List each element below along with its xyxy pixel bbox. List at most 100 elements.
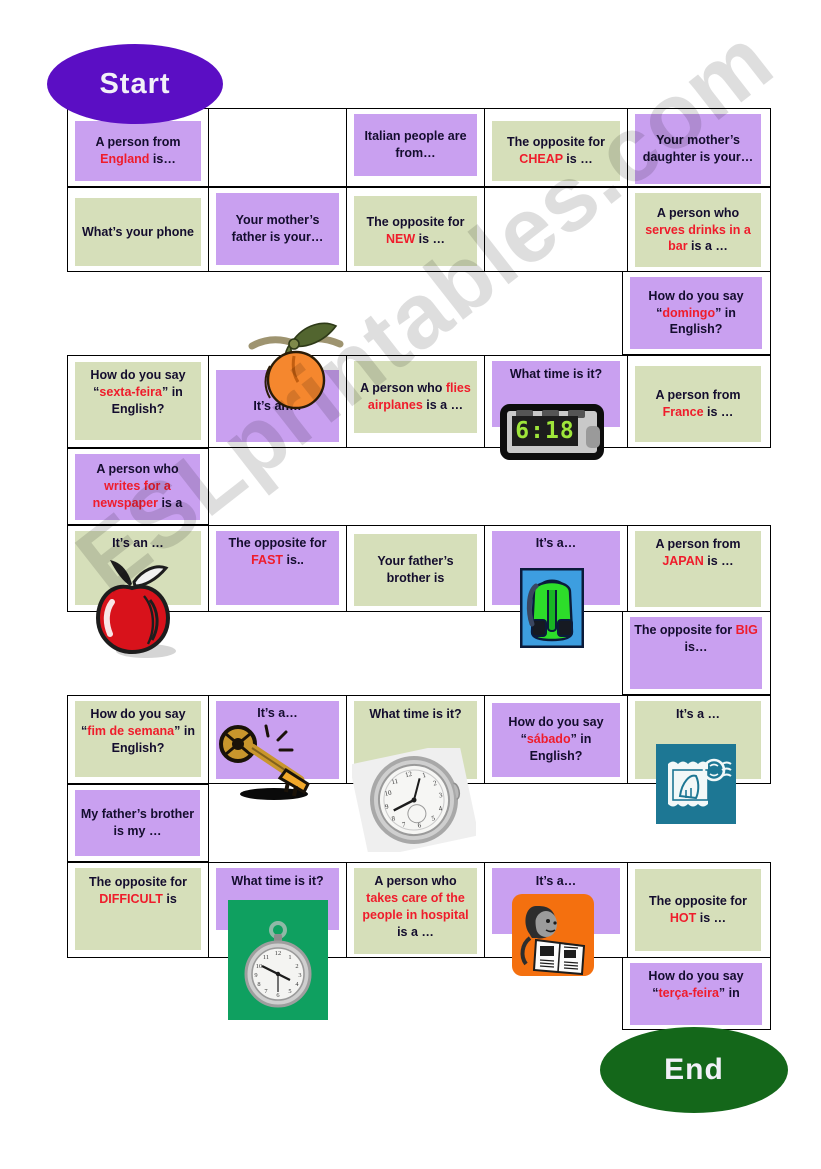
cell-text: The opposite for NEW is …	[366, 215, 465, 246]
svg-text:5: 5	[431, 814, 437, 823]
board-cell[interactable]: A person who takes care of the people in…	[354, 868, 477, 954]
cell-text: A person who flies airplanes is a …	[360, 381, 471, 412]
cell-text: How do you say “domingo” in English?	[648, 288, 744, 337]
cell-text: It’s an…	[253, 398, 302, 413]
cell-text: What’s your phone	[81, 224, 195, 239]
board-cell-empty	[209, 109, 347, 186]
cell-text: Your mother’s father is your…	[231, 213, 324, 244]
cell-text: How do you say “fim de semana” in Englis…	[81, 707, 195, 755]
end-label: End	[664, 1053, 724, 1086]
svg-text:10: 10	[256, 963, 262, 970]
svg-text:3: 3	[298, 972, 301, 979]
board-cell[interactable]: Italian people are from…	[354, 114, 477, 176]
board-cell[interactable]: The opposite for DIFFICULT is	[75, 868, 201, 950]
board-cell[interactable]: A person from France is …	[635, 366, 761, 442]
board-cell[interactable]: The opposite for NEW is …	[354, 196, 477, 266]
board-cell[interactable]: It’s a…	[492, 868, 620, 934]
cell-text: It’s a…	[535, 536, 577, 550]
board-cell[interactable]: How do you say “sábado” in English?	[492, 702, 620, 777]
start-marker: Start	[47, 44, 223, 124]
svg-text:7: 7	[264, 988, 268, 995]
board-row: How do you say “sexta-feira” in English?…	[67, 355, 771, 448]
cell-text: It’s a …	[676, 707, 720, 721]
board-cell[interactable]: How do you say “terça-feira” in	[630, 963, 762, 1025]
cell-text: It’s a…	[257, 706, 298, 720]
board-cell[interactable]: How do you say “sexta-feira” in English?	[75, 362, 201, 440]
cell-text: How do you say “sábado” in English?	[508, 715, 604, 763]
board-cell[interactable]: How do you say “fim de semana” in Englis…	[75, 701, 201, 777]
board-cell[interactable]: It’s an…	[216, 370, 339, 442]
cell-text: How do you say “sexta-feira” in English?	[90, 368, 186, 416]
board-cell[interactable]: The opposite for CHEAP is …	[492, 121, 620, 181]
board-game: Start End A person from England is… Ital…	[0, 0, 821, 1169]
board-row: How do you say “fim de semana” in Englis…	[67, 695, 771, 784]
cell-text: The opposite for BIG is…	[634, 623, 758, 654]
cell-text: Your father’s brother is	[377, 554, 454, 585]
board-row: What’s your phone Your mother’s father i…	[67, 187, 771, 272]
svg-text:7: 7	[401, 820, 407, 829]
cell-text: My father’s brother is my …	[80, 807, 195, 838]
svg-text:4: 4	[438, 804, 444, 813]
cell-text: A person who serves drinks in a bar is a…	[645, 205, 751, 254]
cell-text: A person from JAPAN is …	[655, 537, 741, 568]
svg-text:6: 6	[276, 992, 279, 999]
board-cell[interactable]: How do you say “domingo” in English?	[630, 277, 762, 349]
cell-text: A person who writes for a newspaper is a	[92, 462, 183, 510]
cell-text: The opposite for HOT is …	[649, 894, 747, 925]
board-cell[interactable]: The opposite for BIG is…	[630, 617, 762, 689]
board-cell[interactable]: It’s a…	[492, 531, 620, 605]
board-cell[interactable]: It’s a …	[635, 701, 761, 779]
svg-text:8: 8	[257, 981, 260, 988]
cell-text: The opposite for FAST is..	[228, 536, 327, 567]
cell-text: A person from France is …	[655, 388, 741, 419]
board-row: The opposite for DIFFICULT is What time …	[67, 862, 771, 958]
svg-text:3: 3	[438, 791, 444, 800]
start-label: Start	[99, 67, 171, 100]
board-cell[interactable]: What time is it?	[216, 868, 339, 930]
board-cell[interactable]: It’s an …	[75, 531, 201, 605]
board-cell[interactable]: The opposite for HOT is …	[635, 869, 761, 951]
board-cell[interactable]: A person who flies airplanes is a …	[354, 361, 477, 433]
cell-text: What time is it?	[509, 367, 603, 381]
board-cell[interactable]: A person who serves drinks in a bar is a…	[635, 193, 761, 267]
board-row: A person who writes for a newspaper is a	[67, 448, 209, 525]
board-cell[interactable]: Your father’s brother is	[354, 534, 477, 606]
board-cell[interactable]: The opposite for FAST is..	[216, 531, 339, 605]
svg-text:6: 6	[417, 821, 423, 830]
cell-text: It’s an …	[112, 536, 164, 550]
cell-text: Your mother’s daughter is your…	[642, 133, 754, 164]
svg-text:10: 10	[384, 789, 393, 798]
svg-text:5: 5	[288, 988, 291, 995]
svg-text:2: 2	[295, 963, 298, 970]
board-cell[interactable]: What time is it?	[354, 701, 477, 779]
svg-text:4: 4	[295, 981, 299, 988]
board-row: It’s an … The opposite for FAST is.. You…	[67, 525, 771, 612]
cell-text: The opposite for DIFFICULT is	[89, 875, 187, 906]
board-cell[interactable]: It’s a…	[216, 701, 339, 779]
end-marker: End	[600, 1027, 788, 1113]
board-cell[interactable]: Your mother’s father is your…	[216, 193, 339, 265]
board-row: The opposite for BIG is…	[622, 612, 771, 695]
board-cell[interactable]: What’s your phone	[75, 198, 201, 266]
svg-text:9: 9	[254, 972, 257, 979]
board-row: How do you say “domingo” in English?	[622, 272, 771, 355]
cell-text: Italian people are from…	[364, 129, 467, 160]
board-cell-empty	[485, 188, 628, 271]
cell-text: A person who takes care of the people in…	[362, 874, 469, 939]
board-cell[interactable]: A person from England is…	[75, 121, 201, 181]
cell-text: What time is it?	[231, 874, 324, 888]
svg-text:9: 9	[384, 802, 390, 811]
svg-text:8: 8	[391, 814, 397, 823]
board-row: My father’s brother is my …	[67, 784, 209, 862]
board-cell[interactable]: A person from JAPAN is …	[635, 531, 761, 607]
board-cell[interactable]: Your mother’s daughter is your…	[635, 114, 761, 184]
cell-text: What time is it?	[369, 707, 462, 721]
cell-text: How do you say “terça-feira” in	[648, 969, 744, 1000]
board-cell[interactable]: What time is it?	[492, 361, 620, 427]
board-cell[interactable]: My father’s brother is my …	[75, 790, 200, 856]
board-row: How do you say “terça-feira” in	[622, 958, 771, 1030]
cell-text: The opposite for CHEAP is …	[507, 135, 605, 166]
cell-text: A person from England is…	[95, 135, 181, 166]
cell-text: It’s a…	[535, 874, 577, 888]
board-cell[interactable]: A person who writes for a newspaper is a	[75, 453, 200, 520]
